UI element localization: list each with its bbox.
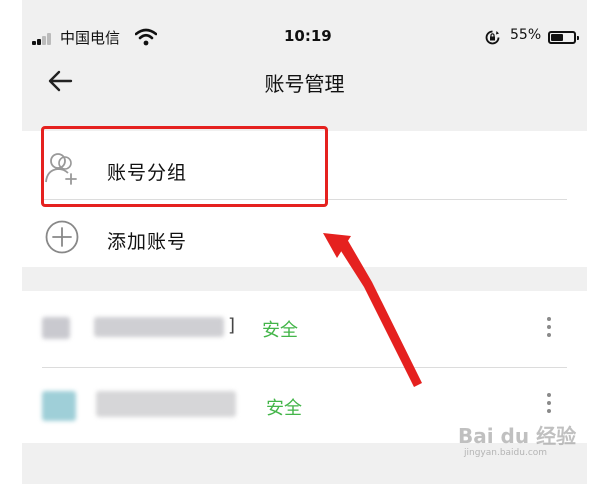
watermark-brand: Bai du 经验 [458, 424, 577, 448]
add-account-row[interactable]: 添加账号 [22, 203, 587, 271]
rotation-lock-icon [485, 30, 500, 45]
account-name-blurred [96, 391, 236, 417]
highlight-box [41, 126, 328, 207]
account-status: 安全 [266, 398, 302, 419]
add-account-label: 添加账号 [107, 231, 188, 253]
status-time: 10:19 [284, 27, 332, 45]
status-bar: 中国电信 10:19 55% [22, 22, 587, 54]
account-status: 安全 [262, 320, 298, 341]
account-avatar [42, 317, 70, 339]
account-name-bracket: ] [228, 315, 236, 336]
watermark-url: jingyan.baidu.com [464, 448, 548, 458]
account-avatar [42, 391, 76, 421]
more-vertical-icon[interactable] [545, 317, 553, 341]
navigation-bar: 账号管理 [22, 54, 587, 110]
battery-icon [548, 31, 579, 44]
page-title: 账号管理 [264, 72, 345, 96]
account-row[interactable]: ] 安全 [22, 291, 587, 367]
wifi-icon [135, 28, 157, 46]
account-name-blurred [94, 317, 224, 337]
more-vertical-icon[interactable] [545, 393, 553, 417]
battery-percent: 55% [510, 27, 542, 43]
add-circle-icon [45, 220, 79, 254]
baidu-watermark: Bai du 经验 jingyan.baidu.com [458, 418, 588, 468]
signal-icon [32, 33, 54, 45]
carrier-name: 中国电信 [60, 29, 121, 47]
